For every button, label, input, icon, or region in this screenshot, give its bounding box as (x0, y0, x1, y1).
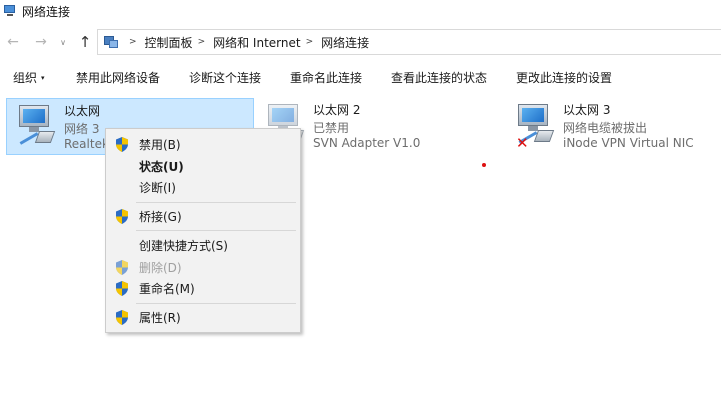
uac-shield-icon (116, 260, 128, 275)
connection-name: 以太网 2 (313, 103, 361, 117)
menu-item-disable[interactable]: 禁用(B) (108, 134, 298, 155)
rename-connection-button[interactable]: 重命名此连接 (290, 69, 362, 86)
chevron-down-icon: ▾ (41, 74, 45, 82)
breadcrumb-chevron-icon[interactable]: > (198, 37, 206, 47)
forward-arrow-icon[interactable]: → (32, 32, 50, 52)
connection-name: 以太网 (64, 104, 101, 118)
network-adapter-icon: ✕ (514, 102, 556, 152)
connection-item-ethernet-3[interactable]: ✕ 以太网 3 网络电缆被拔出 iNode VPN Virtual NIC (506, 98, 718, 155)
breadcrumb-control-panel[interactable]: 控制面板 (145, 34, 193, 51)
uac-shield-icon (116, 209, 128, 224)
connection-status: 网络电缆被拔出 (563, 121, 648, 135)
menu-item-properties[interactable]: 属性(R) (108, 307, 298, 328)
network-adapter-icon (15, 103, 57, 149)
title-bar: 网络连接 (0, 0, 721, 22)
uac-shield-icon (116, 310, 128, 325)
context-menu: 禁用(B) 状态(U) 诊断(I) 桥接(G) 创建快捷方式(S) 删除(D) … (105, 128, 301, 333)
view-status-button[interactable]: 查看此连接的状态 (391, 69, 487, 86)
breadcrumb-chevron-icon[interactable]: > (306, 37, 314, 47)
connection-device: iNode VPN Virtual NIC (563, 136, 694, 150)
uac-shield-icon (116, 281, 128, 296)
recent-locations-chevron-icon[interactable]: ∨ (58, 32, 68, 52)
menu-item-create-shortcut[interactable]: 创建快捷方式(S) (108, 235, 298, 256)
menu-item-rename[interactable]: 重命名(M) (108, 278, 298, 299)
command-bar: 组织 ▾ 禁用此网络设备 诊断这个连接 重命名此连接 查看此连接的状态 更改此连接… (0, 62, 721, 92)
disable-device-button[interactable]: 禁用此网络设备 (76, 69, 160, 86)
window-title: 网络连接 (22, 4, 71, 19)
address-bar[interactable]: > 控制面板 > 网络和 Internet > 网络连接 (97, 29, 721, 55)
menu-separator (136, 202, 296, 203)
breadcrumb-network-connections[interactable]: 网络连接 (321, 34, 369, 51)
network-connections-icon (3, 4, 17, 18)
control-panel-icon (104, 35, 120, 49)
connection-device: Realtek (64, 137, 109, 151)
organize-button[interactable]: 组织 ▾ (13, 69, 45, 86)
diagnose-connection-button[interactable]: 诊断这个连接 (189, 69, 261, 86)
cable-unplugged-x-icon: ✕ (516, 134, 529, 152)
change-settings-button[interactable]: 更改此连接的设置 (516, 69, 612, 86)
breadcrumb-network-internet[interactable]: 网络和 Internet (213, 34, 300, 51)
uac-shield-icon (116, 137, 128, 152)
menu-item-bridge[interactable]: 桥接(G) (108, 206, 298, 227)
menu-item-delete: 删除(D) (108, 257, 298, 278)
connection-status: 已禁用 (313, 121, 350, 135)
red-dot-marker (482, 163, 486, 167)
connection-name: 以太网 3 (563, 103, 611, 117)
connection-device: SVN Adapter V1.0 (313, 136, 421, 150)
breadcrumb-chevron-icon[interactable]: > (129, 37, 137, 47)
address-row: ← → ∨ ↑ > 控制面板 > 网络和 Internet > 网络连接 (0, 27, 721, 57)
menu-separator (136, 303, 296, 304)
up-arrow-icon[interactable]: ↑ (76, 32, 94, 52)
menu-item-status[interactable]: 状态(U) (108, 156, 298, 177)
connection-status: 网络 3 (64, 122, 100, 136)
back-arrow-icon[interactable]: ← (4, 32, 22, 52)
menu-separator (136, 230, 296, 231)
menu-item-diagnose[interactable]: 诊断(I) (108, 177, 298, 198)
